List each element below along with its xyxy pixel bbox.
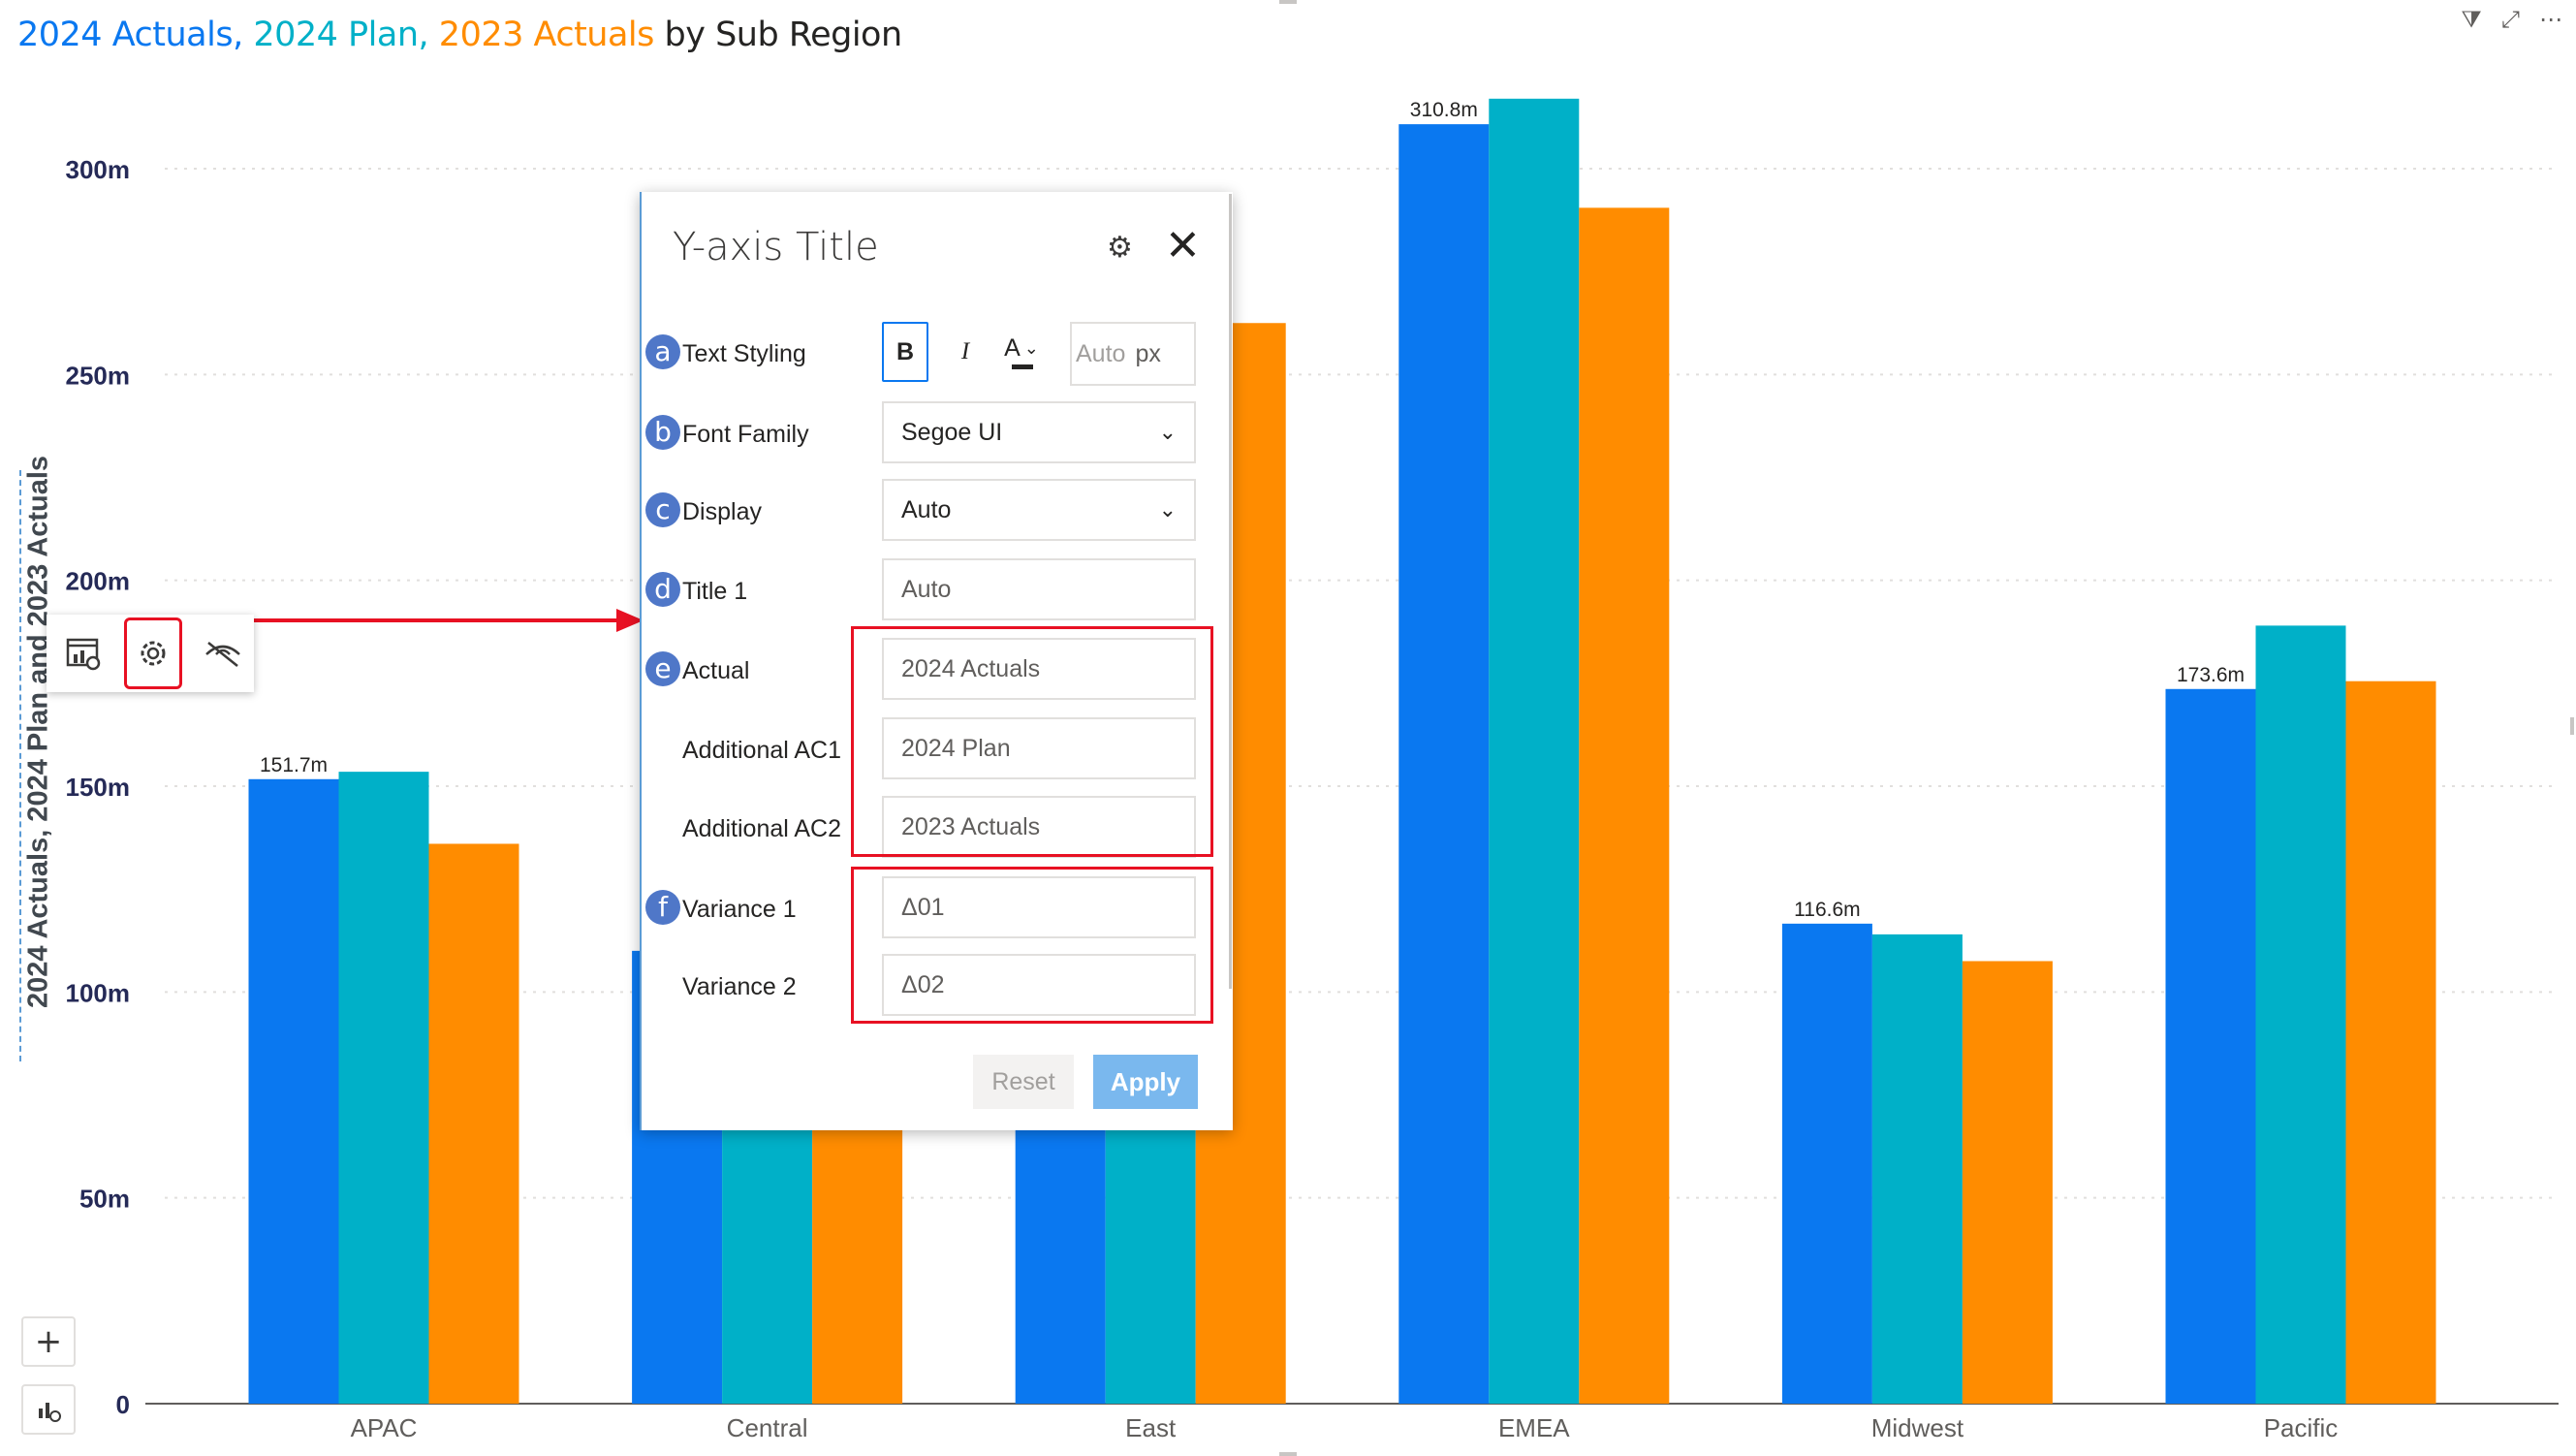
- font-family-select[interactable]: Segoe UI ⌄: [882, 401, 1196, 463]
- bar-pacific-3: [2345, 681, 2436, 1404]
- bar-apac-2: [338, 772, 429, 1404]
- data-label: 151.7m: [260, 754, 328, 776]
- y-tick-label: 0: [116, 1390, 130, 1419]
- data-label: 173.6m: [2177, 664, 2245, 686]
- highlight-box-variances: [851, 867, 1213, 1024]
- display-select[interactable]: Auto ⌄: [882, 479, 1196, 541]
- add-icon[interactable]: +: [21, 1316, 76, 1367]
- font-color-label: A: [1004, 333, 1021, 362]
- y-tick-label: 50m: [79, 1185, 130, 1214]
- badge-c: c: [645, 492, 680, 527]
- data-label: 116.6m: [1794, 899, 1861, 921]
- chevron-down-icon: ⌄: [1158, 497, 1177, 522]
- y-axis-title-selection: [19, 470, 21, 1061]
- label-font-family: Font Family: [682, 421, 809, 448]
- badge-f: f: [645, 890, 680, 925]
- label-variance-1: Variance 1: [682, 896, 797, 923]
- bar-pacific-2: [2255, 625, 2346, 1404]
- panel-title: Y-axis Title: [673, 225, 879, 269]
- bar-emea-3: [1579, 207, 1670, 1404]
- label-text-styling: Text Styling: [682, 340, 806, 367]
- italic-button[interactable]: I: [942, 322, 989, 382]
- y-tick-label: 200m: [66, 567, 131, 596]
- chevron-down-icon: ⌄: [1158, 420, 1177, 445]
- y-tick-label: 150m: [66, 773, 131, 802]
- badge-e: e: [645, 651, 680, 686]
- font-family-value: Segoe UI: [901, 418, 1003, 446]
- x-tick-label: Central: [727, 1413, 808, 1442]
- bar-midwest-3: [1962, 961, 2053, 1404]
- x-tick-label: Pacific: [2264, 1413, 2339, 1442]
- eye-off-icon[interactable]: [200, 630, 246, 677]
- x-tick-label: APAC: [351, 1413, 418, 1442]
- chart-options-icon[interactable]: [21, 1384, 76, 1435]
- apply-button[interactable]: Apply: [1093, 1055, 1198, 1109]
- gear-icon[interactable]: [124, 617, 182, 689]
- x-tick-label: East: [1125, 1413, 1177, 1442]
- bar-pacific-1: [2165, 688, 2256, 1404]
- y-tick-label: 250m: [66, 361, 131, 390]
- label-title-1: Title 1: [682, 578, 748, 605]
- font-size-field[interactable]: Auto px: [1070, 322, 1196, 386]
- font-color-button[interactable]: A ⌄: [998, 318, 1045, 378]
- bold-button[interactable]: B: [882, 322, 928, 382]
- title-1-input[interactable]: Auto: [882, 558, 1196, 620]
- data-label: 310.8m: [1410, 99, 1478, 121]
- font-color-swatch: [1012, 364, 1033, 369]
- close-icon[interactable]: ✕: [1165, 221, 1201, 270]
- reset-button[interactable]: Reset: [973, 1055, 1074, 1109]
- label-additional-ac2: Additional AC2: [682, 815, 842, 842]
- bar-midwest-2: [1871, 934, 1963, 1404]
- x-tick-label: Midwest: [1871, 1413, 1964, 1442]
- label-additional-ac1: Additional AC1: [682, 737, 842, 764]
- bar-emea-1: [1398, 124, 1490, 1405]
- badge-d: d: [645, 572, 680, 607]
- y-axis-mini-toolbar: [47, 615, 254, 692]
- label-actual: Actual: [682, 657, 750, 684]
- y-tick-label: 300m: [66, 155, 131, 184]
- chevron-down-icon: ⌄: [1023, 337, 1039, 359]
- bar-midwest-1: [1781, 923, 1872, 1404]
- font-size-unit: px: [1135, 339, 1161, 367]
- panel-scrollbar[interactable]: [1229, 194, 1232, 989]
- label-display: Display: [682, 498, 762, 525]
- font-size-placeholder: Auto: [1076, 339, 1126, 367]
- label-variance-2: Variance 2: [682, 973, 797, 1000]
- y-axis-title[interactable]: 2024 Actuals, 2024 Plan and 2023 Actuals: [23, 456, 55, 1008]
- bar-emea-2: [1489, 98, 1580, 1405]
- bar-apac-1: [248, 778, 339, 1404]
- x-tick-label: EMEA: [1498, 1413, 1570, 1442]
- y-tick-label: 100m: [66, 978, 131, 1007]
- bar-apac-3: [428, 843, 519, 1404]
- chart-settings-icon[interactable]: [60, 630, 107, 677]
- badge-b: b: [645, 415, 680, 450]
- gear-icon[interactable]: ⚙: [1107, 231, 1133, 265]
- highlight-box-actuals: [851, 626, 1213, 857]
- bar-chart: 0 50m 100m 150m 200m 250m 300m 151.7m APAC Centra…: [66, 98, 2559, 1442]
- badge-a: a: [645, 334, 680, 369]
- display-value: Auto: [901, 495, 952, 523]
